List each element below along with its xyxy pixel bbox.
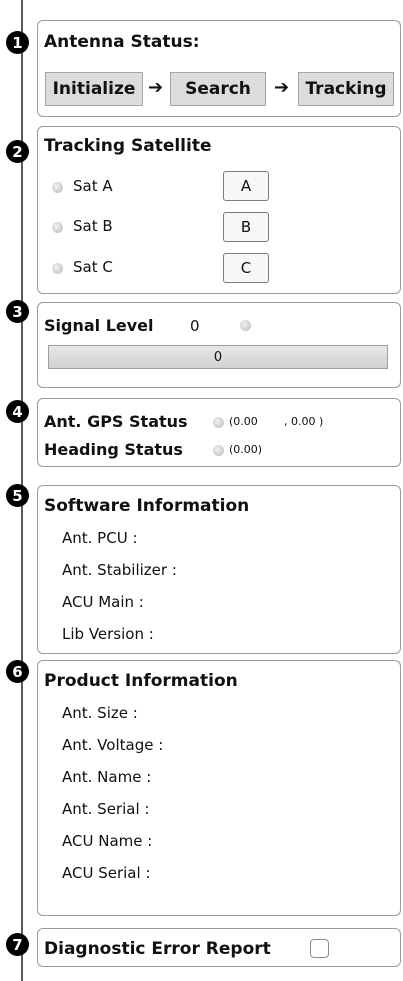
gps-lon-value: , 0.00 ) [284, 415, 324, 428]
sat-a-button[interactable]: A [223, 171, 269, 201]
software-info-item: Ant. Stabilizer : [62, 561, 177, 579]
sat-c-status-icon [52, 263, 63, 274]
software-information-panel: Software Information Ant. PCU : Ant. Sta… [37, 485, 401, 654]
diagnostic-error-report-label: Diagnostic Error Report [44, 939, 271, 959]
product-info-item: Ant. Serial : [62, 800, 150, 818]
section-number-4: 4 [6, 400, 29, 423]
sat-a-status-icon [52, 182, 63, 193]
heading-status-icon [213, 445, 224, 456]
diagnostic-panel: Diagnostic Error Report [37, 928, 401, 967]
signal-level-value: 0 [190, 317, 200, 335]
sat-b-button[interactable]: B [223, 212, 269, 242]
section-number-6: 6 [6, 660, 29, 683]
antenna-status-panel: Antenna Status: Initialize ➔ Search ➔ Tr… [37, 20, 401, 117]
section-number-7: 7 [6, 933, 29, 956]
step-initialize-button[interactable]: Initialize [45, 72, 143, 106]
antenna-status-title: Antenna Status: [44, 32, 200, 52]
step-tracking-button[interactable]: Tracking [298, 72, 394, 106]
diagnostic-error-report-checkbox[interactable] [310, 939, 329, 958]
software-info-item: Lib Version : [62, 625, 154, 643]
sat-c-button[interactable]: C [223, 253, 269, 283]
sat-b-label: Sat B [73, 217, 113, 235]
tracking-satellite-title: Tracking Satellite [44, 136, 212, 156]
product-info-item: Ant. Voltage : [62, 736, 164, 754]
heading-value: (0.00) [229, 443, 263, 456]
step-search-button[interactable]: Search [170, 72, 266, 106]
product-info-item: Ant. Size : [62, 704, 138, 722]
sat-b-status-icon [52, 222, 63, 233]
arrow-right-icon: ➔ [274, 77, 290, 98]
software-information-title: Software Information [44, 496, 250, 516]
gps-status-label: Ant. GPS Status [44, 412, 188, 431]
section-number-3: 3 [6, 300, 29, 323]
product-information-title: Product Information [44, 671, 238, 691]
sat-a-label: Sat A [73, 177, 113, 195]
tracking-satellite-panel: Tracking Satellite Sat A A Sat B B Sat C… [37, 126, 401, 294]
product-info-item: ACU Serial : [62, 864, 151, 882]
signal-status-icon [240, 320, 251, 331]
gps-lat-value: (0.00 [229, 415, 258, 428]
heading-status-label: Heading Status [44, 440, 183, 459]
sat-c-label: Sat C [73, 258, 113, 276]
gps-status-panel: Ant. GPS Status (0.00 , 0.00 ) Heading S… [37, 398, 401, 467]
section-number-5: 5 [6, 484, 29, 507]
arrow-right-icon: ➔ [148, 77, 164, 98]
signal-level-title: Signal Level [44, 316, 154, 335]
product-information-panel: Product Information Ant. Size : Ant. Vol… [37, 660, 401, 916]
gps-status-icon [213, 417, 224, 428]
section-number-2: 2 [6, 140, 29, 163]
section-number-1: 1 [6, 31, 29, 54]
software-info-item: ACU Main : [62, 593, 144, 611]
product-info-item: ACU Name : [62, 832, 153, 850]
product-info-item: Ant. Name : [62, 768, 152, 786]
signal-level-panel: Signal Level 0 0 [37, 302, 401, 388]
software-info-item: Ant. PCU : [62, 529, 138, 547]
signal-level-bar: 0 [48, 345, 388, 369]
